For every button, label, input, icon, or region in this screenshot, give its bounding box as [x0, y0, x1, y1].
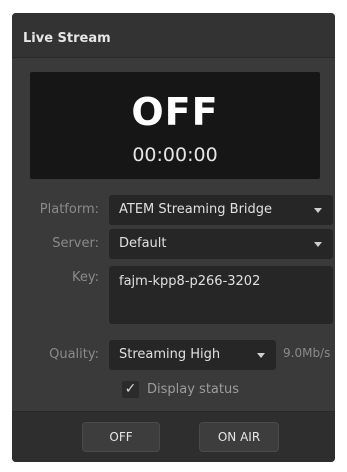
live-stream-panel: Live Stream OFF 00:00:00 Platform: ATEM …: [12, 13, 335, 462]
on-air-button[interactable]: ON AIR: [199, 422, 279, 452]
off-button[interactable]: OFF: [82, 422, 160, 452]
quality-label: Quality:: [49, 347, 99, 362]
quality-select[interactable]: Streaming High: [109, 340, 276, 370]
chevron-down-icon: [314, 208, 322, 213]
quality-value: Streaming High: [119, 347, 221, 362]
display-status-checkbox[interactable]: ✓: [122, 381, 139, 398]
key-label: Key:: [71, 270, 99, 285]
stream-key-field[interactable]: fajm-kpp8-p266-3202: [109, 266, 333, 324]
stream-timer: 00:00:00: [132, 144, 218, 166]
stream-key-value: fajm-kpp8-p266-3202: [119, 274, 261, 289]
checkmark-icon: ✓: [124, 381, 137, 397]
display-status-label: Display status: [147, 382, 239, 397]
chevron-down-icon: [314, 242, 322, 247]
stream-status-text: OFF: [131, 90, 219, 134]
panel-header: Live Stream: [12, 13, 335, 58]
platform-value: ATEM Streaming Bridge: [119, 202, 273, 217]
stream-status-display: OFF 00:00:00: [30, 72, 320, 179]
server-label: Server:: [52, 236, 99, 251]
panel-title: Live Stream: [23, 31, 111, 46]
platform-label: Platform:: [39, 202, 99, 217]
bitrate-readout: 9.0Mb/s: [283, 346, 331, 360]
panel-footer: OFF ON AIR: [12, 411, 335, 462]
chevron-down-icon: [257, 353, 265, 358]
server-value: Default: [119, 236, 167, 251]
server-select[interactable]: Default: [109, 229, 333, 259]
platform-select[interactable]: ATEM Streaming Bridge: [109, 195, 333, 225]
